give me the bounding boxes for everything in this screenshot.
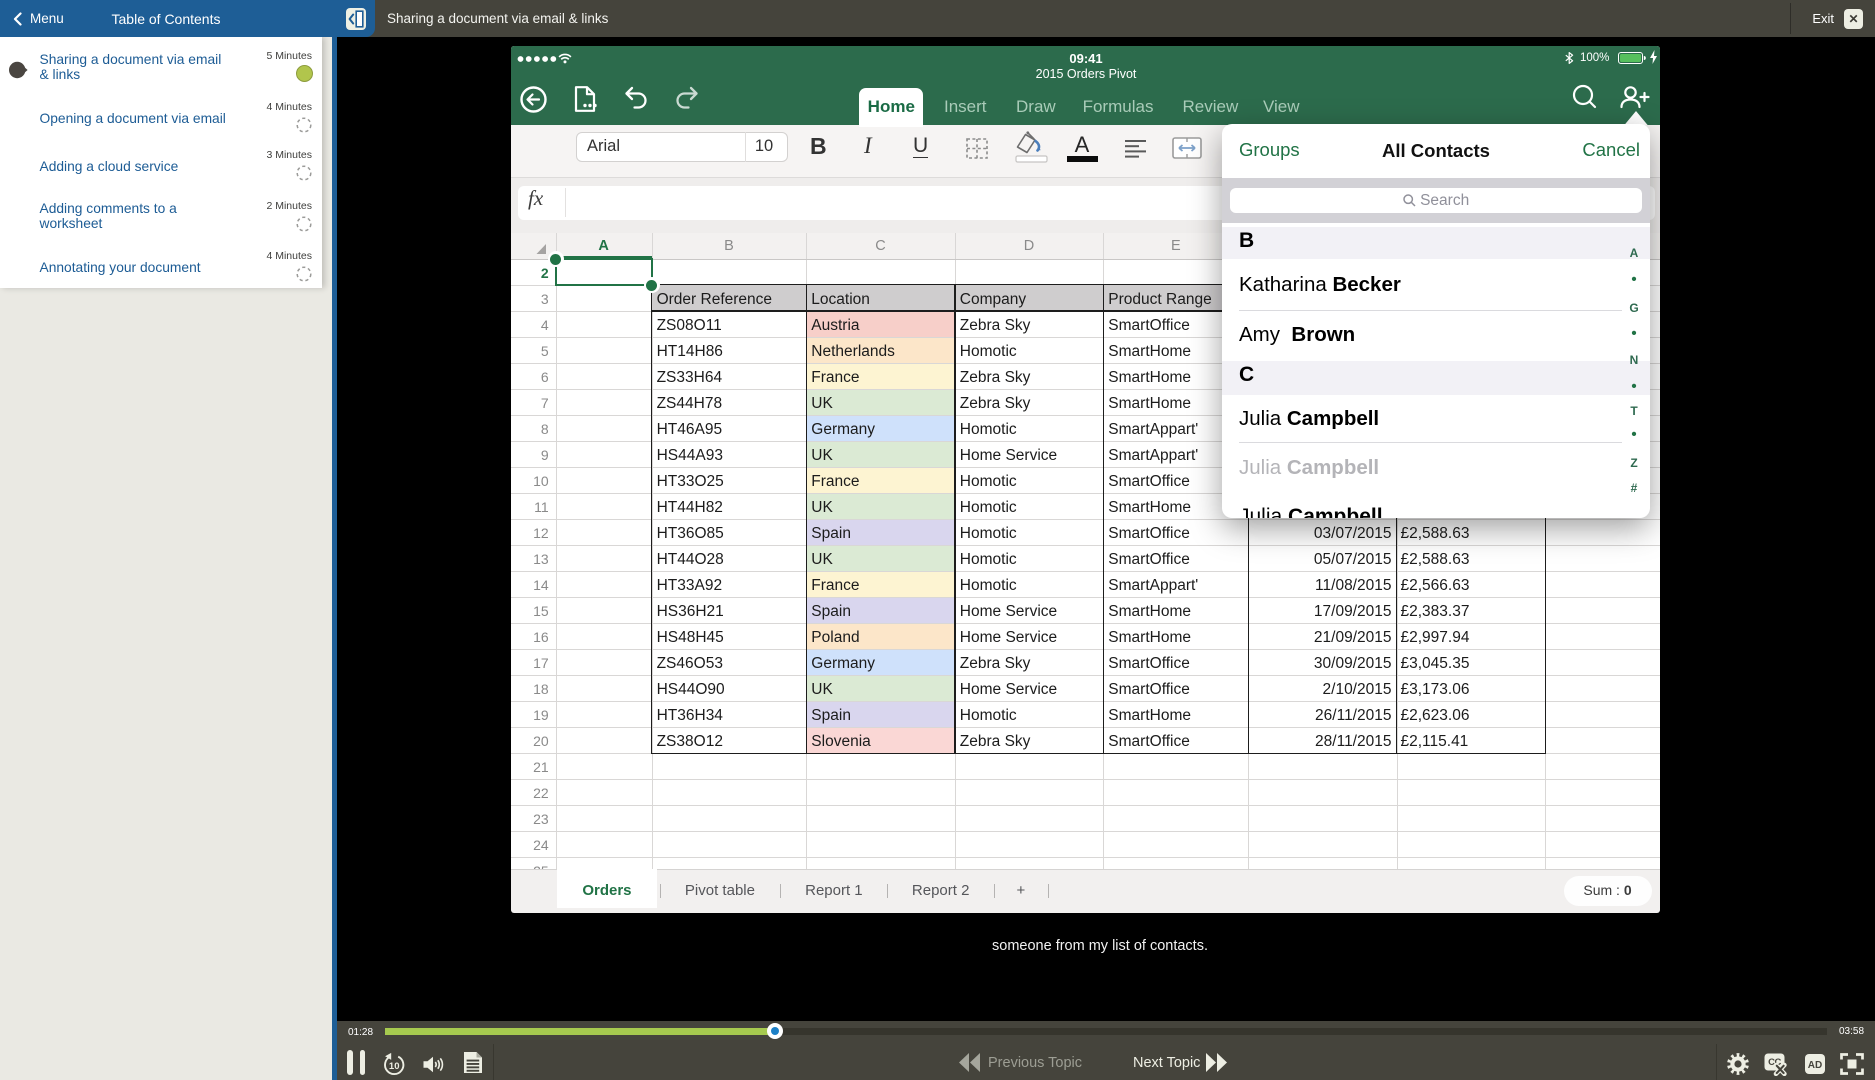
svg-text:AD: AD (1808, 1060, 1822, 1071)
svg-text:10: 10 (389, 1061, 400, 1072)
